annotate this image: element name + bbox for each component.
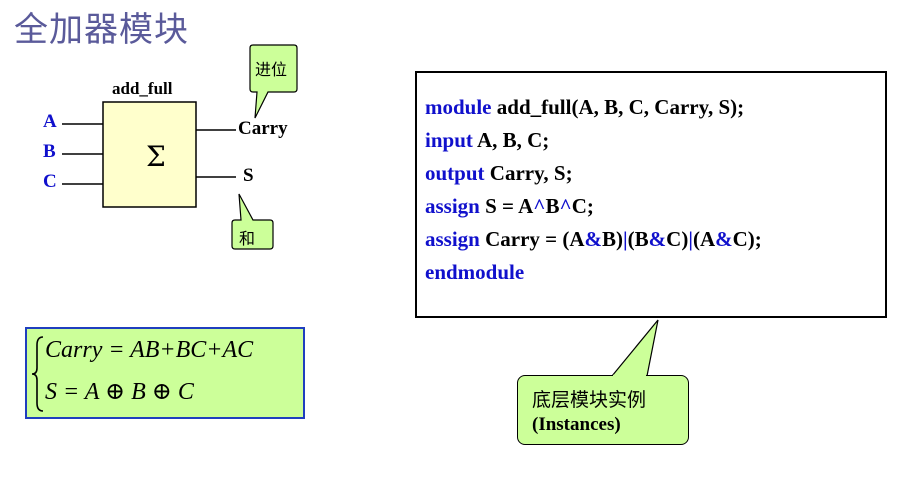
sum-equation: S = A ⊕ B ⊕ C	[45, 379, 194, 405]
carry-equation: Carry = AB+BC+AC	[45, 337, 254, 363]
left-brace	[31, 336, 44, 412]
instances-callout-en: (Instances)	[532, 414, 621, 435]
instances-callout-pointer	[610, 319, 659, 377]
instances-callout-cn: 底层模块实例	[532, 389, 647, 411]
equations-box: Carry = AB+BC+AC S = A ⊕ B ⊕ C	[25, 327, 305, 419]
instances-callout: 底层模块实例 (Instances)	[517, 375, 689, 445]
